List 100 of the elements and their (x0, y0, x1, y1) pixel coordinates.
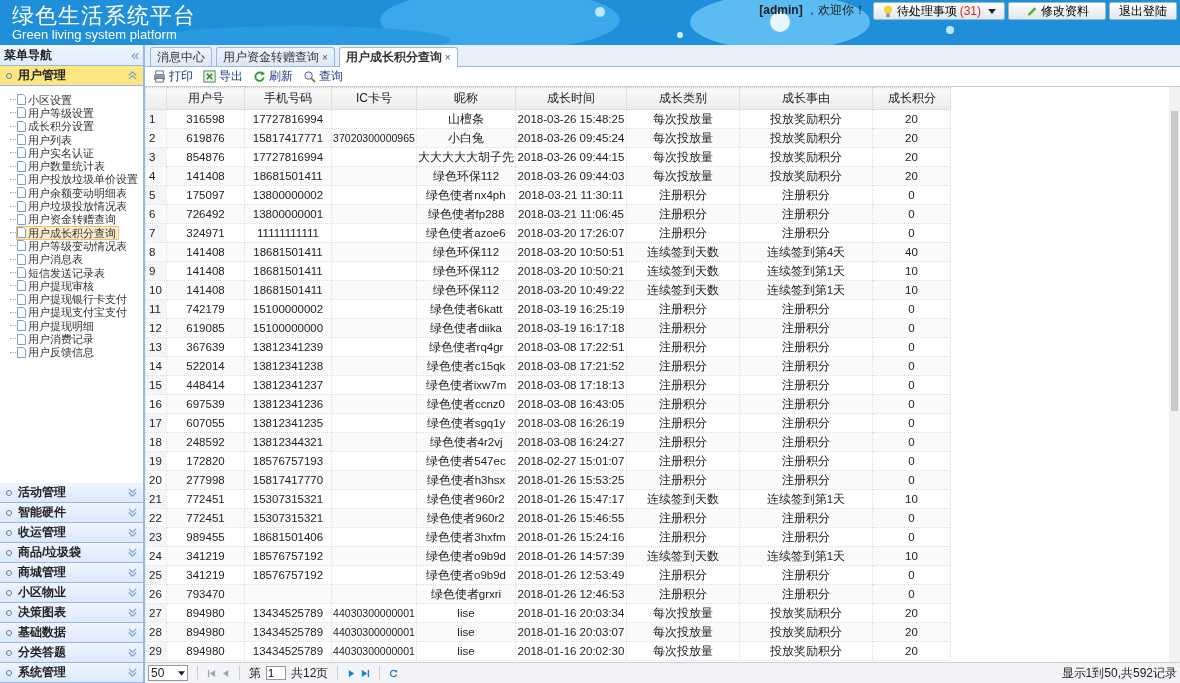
app-title: 绿色生活系统平台 (12, 4, 196, 28)
app-subtitle: Green living system platform (12, 28, 178, 42)
column-header[interactable]: 用户号 (166, 87, 245, 110)
menu-item[interactable]: 用户提现明细 (16, 318, 97, 333)
pending-tasks-button[interactable]: 待处理事项 (31) (872, 2, 1005, 20)
menu-item[interactable]: 成长积分设置 (16, 119, 97, 134)
close-tab-button[interactable]: × (322, 51, 328, 63)
menu-item[interactable]: 用户提现银行卡支付 (16, 292, 130, 307)
table-cell: 2018-01-26 15:53:25 (515, 470, 627, 490)
table-cell: 18576757192 (244, 565, 332, 585)
document-icon (17, 227, 26, 239)
menu-item[interactable]: 用户实名认证 (16, 145, 97, 160)
menu-item[interactable]: 用户提现支付宝支付 (16, 305, 130, 320)
expand-chevron-icon (128, 548, 137, 557)
menu-item[interactable]: 用户垃圾投放情况表 (16, 199, 130, 214)
row-number: 13 (145, 337, 167, 357)
last-page-icon[interactable] (361, 668, 371, 678)
scrollbar[interactable] (1169, 87, 1180, 662)
menu-item[interactable]: 用户余额变动明细表 (16, 185, 130, 200)
column-header[interactable]: 昵称 (416, 87, 516, 110)
table-cell: 绿色环保112 (416, 280, 516, 300)
close-tab-button[interactable]: × (444, 52, 451, 63)
table-cell: 绿色使者grxri (416, 584, 516, 604)
menu-item[interactable]: 小区设置 (16, 92, 75, 107)
table-cell: 2018-03-08 16:26:19 (515, 413, 627, 433)
table-cell: 注册积分 (739, 565, 873, 585)
menu-group-header[interactable]: 智能硬件 (0, 503, 143, 523)
page-input[interactable]: 1 (266, 666, 286, 680)
column-header[interactable]: IC卡号 (331, 87, 417, 110)
menu-item[interactable]: 用户数量统计表 (16, 159, 108, 174)
menu-group-header[interactable]: 收运管理 (0, 523, 143, 543)
table-cell: 每次投放量 (626, 622, 740, 642)
document-icon (17, 213, 26, 225)
table-cell: 2018-03-20 10:49:22 (515, 280, 627, 300)
pencil-icon (1025, 4, 1038, 18)
column-header[interactable]: 成长事由 (739, 87, 873, 110)
tab[interactable]: 消息中心 (150, 47, 212, 66)
search-button[interactable]: 查询 (301, 68, 345, 85)
table-cell: 18576757193 (244, 451, 332, 471)
menu-item[interactable]: 用户等级设置 (16, 105, 97, 120)
table-cell: 11111111111 (244, 223, 332, 243)
document-icon (17, 187, 26, 199)
table-cell: 注册积分 (626, 318, 740, 338)
menu-item[interactable]: 用户列表 (16, 132, 75, 147)
table-cell: 13800000001 (244, 204, 332, 224)
print-button[interactable]: 打印 (151, 68, 195, 85)
table-cell: 13812341237 (244, 375, 332, 395)
menu-item[interactable]: 用户提现审核 (16, 278, 97, 293)
menu-group-header[interactable]: 系统管理 (0, 663, 143, 683)
menu-item[interactable]: 用户成长积分查询 (16, 225, 119, 240)
menu-item[interactable]: 用户等级变动情况表 (16, 238, 130, 253)
row-number: 19 (145, 451, 167, 471)
menu-item[interactable]: 用户消息表 (16, 252, 86, 267)
row-number: 2 (145, 128, 167, 148)
table-cell: 每次投放量 (626, 147, 740, 167)
table-cell: 2018-03-21 11:30:11 (515, 185, 627, 205)
menu-item[interactable]: 用户消费记录 (16, 332, 97, 346)
table-cell: 绿色环保112 (416, 166, 516, 186)
row-number: 16 (145, 394, 167, 414)
menu-group-header[interactable]: 决策图表 (0, 603, 143, 623)
menu-item[interactable]: 用户资金转赠查询 (16, 212, 119, 227)
table-cell: 2018-01-26 12:53:49 (515, 565, 627, 585)
table-cell: 注册积分 (626, 299, 740, 319)
table-cell: 绿色使者azoe6 (416, 223, 516, 243)
refresh-button[interactable]: 刷新 (251, 68, 295, 85)
menu-item[interactable]: 短信发送记录表 (16, 265, 108, 280)
document-icon (17, 267, 26, 278)
menu-group-header[interactable]: 商品/垃圾袋 (0, 543, 143, 563)
page-size-select[interactable]: 50 (148, 665, 188, 681)
tab[interactable]: 用户成长积分查询 × (338, 47, 458, 67)
expand-chevron-icon (128, 668, 137, 677)
table-cell: 13812341235 (244, 413, 332, 433)
tab[interactable]: 用户资金转赠查询 × (216, 47, 335, 66)
menu-item[interactable]: 用户反馈信息 (16, 345, 97, 360)
column-header[interactable]: 成长时间 (515, 87, 627, 110)
table-cell: 绿色使者o9b9d (416, 565, 516, 585)
column-header[interactable]: 成长类别 (626, 87, 740, 110)
menu-group-header[interactable]: 活动管理 (0, 483, 143, 503)
export-button[interactable]: 导出 (201, 68, 245, 85)
previous-page-icon[interactable] (221, 668, 230, 678)
table-cell: 2018-01-16 20:02:30 (515, 641, 627, 661)
menu-item[interactable]: 用户投放垃圾单价设置 (16, 172, 141, 187)
menu-group-header[interactable]: 小区物业 (0, 583, 143, 603)
logout-button[interactable]: 退出登陆 (1109, 2, 1177, 20)
next-page-icon[interactable] (347, 668, 357, 678)
table-cell: 2018-03-08 16:24:27 (515, 432, 627, 452)
menu-group-header[interactable]: 基础数据 (0, 623, 143, 643)
row-number: 25 (145, 565, 167, 585)
table-cell: 2018-03-26 15:48:25 (515, 109, 627, 129)
menu-group-header[interactable]: 用户管理 (0, 66, 143, 86)
column-header[interactable]: 成长积分 (872, 87, 951, 110)
menu-group-header[interactable]: 分类答题 (0, 643, 143, 663)
table-cell: 注册积分 (739, 394, 873, 414)
menu-group-header[interactable]: 商城管理 (0, 563, 143, 583)
document-icon (17, 94, 26, 106)
table-cell: 2018-03-19 16:17:18 (515, 318, 627, 338)
first-page-icon[interactable] (207, 668, 216, 678)
refresh-icon[interactable] (389, 668, 399, 678)
edit-profile-button[interactable]: 修改资料 (1008, 2, 1106, 20)
column-header[interactable]: 手机号码 (244, 87, 332, 110)
